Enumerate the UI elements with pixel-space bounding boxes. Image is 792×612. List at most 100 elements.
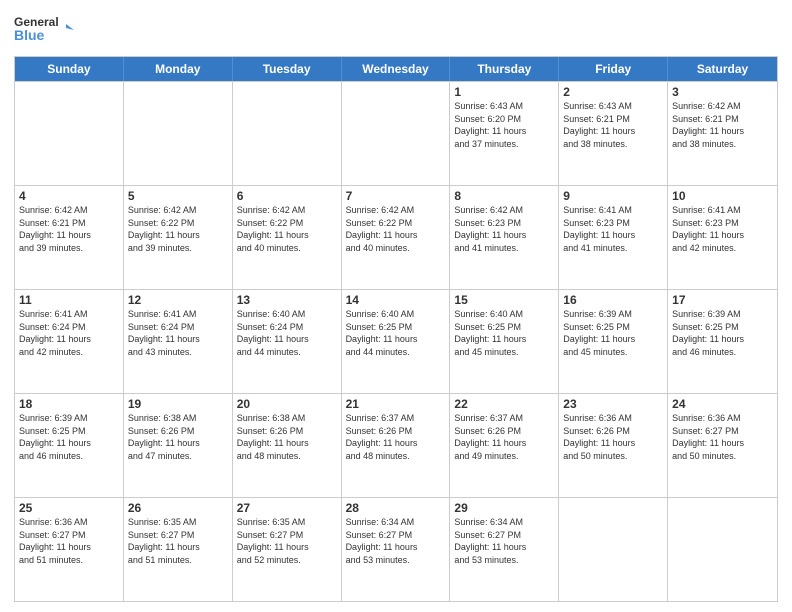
page-header: General Blue <box>14 10 778 50</box>
day-info: Sunrise: 6:42 AM Sunset: 6:21 PM Dayligh… <box>672 100 773 150</box>
calendar-day-cell: 5Sunrise: 6:42 AM Sunset: 6:22 PM Daylig… <box>124 186 233 289</box>
day-number: 5 <box>128 189 228 203</box>
calendar-day-cell: 27Sunrise: 6:35 AM Sunset: 6:27 PM Dayli… <box>233 498 342 601</box>
day-info: Sunrise: 6:38 AM Sunset: 6:26 PM Dayligh… <box>237 412 337 462</box>
calendar-day-cell: 28Sunrise: 6:34 AM Sunset: 6:27 PM Dayli… <box>342 498 451 601</box>
day-number: 1 <box>454 85 554 99</box>
calendar-day-cell: 16Sunrise: 6:39 AM Sunset: 6:25 PM Dayli… <box>559 290 668 393</box>
calendar-body: 1Sunrise: 6:43 AM Sunset: 6:20 PM Daylig… <box>15 81 777 601</box>
day-number: 25 <box>19 501 119 515</box>
calendar-week-2: 11Sunrise: 6:41 AM Sunset: 6:24 PM Dayli… <box>15 289 777 393</box>
calendar-day-cell: 8Sunrise: 6:42 AM Sunset: 6:23 PM Daylig… <box>450 186 559 289</box>
calendar-day-cell: 19Sunrise: 6:38 AM Sunset: 6:26 PM Dayli… <box>124 394 233 497</box>
calendar-day-cell: 4Sunrise: 6:42 AM Sunset: 6:21 PM Daylig… <box>15 186 124 289</box>
day-number: 8 <box>454 189 554 203</box>
day-number: 28 <box>346 501 446 515</box>
calendar-day-cell: 25Sunrise: 6:36 AM Sunset: 6:27 PM Dayli… <box>15 498 124 601</box>
calendar-day-cell: 1Sunrise: 6:43 AM Sunset: 6:20 PM Daylig… <box>450 82 559 185</box>
day-number: 6 <box>237 189 337 203</box>
calendar-day-cell: 9Sunrise: 6:41 AM Sunset: 6:23 PM Daylig… <box>559 186 668 289</box>
day-number: 10 <box>672 189 773 203</box>
header-cell-tuesday: Tuesday <box>233 57 342 81</box>
calendar-day-cell: 26Sunrise: 6:35 AM Sunset: 6:27 PM Dayli… <box>124 498 233 601</box>
day-info: Sunrise: 6:42 AM Sunset: 6:22 PM Dayligh… <box>237 204 337 254</box>
day-info: Sunrise: 6:37 AM Sunset: 6:26 PM Dayligh… <box>454 412 554 462</box>
day-number: 12 <box>128 293 228 307</box>
day-number: 3 <box>672 85 773 99</box>
calendar-day-cell <box>233 82 342 185</box>
day-info: Sunrise: 6:42 AM Sunset: 6:21 PM Dayligh… <box>19 204 119 254</box>
day-number: 20 <box>237 397 337 411</box>
day-info: Sunrise: 6:42 AM Sunset: 6:22 PM Dayligh… <box>346 204 446 254</box>
day-number: 16 <box>563 293 663 307</box>
calendar-day-cell: 2Sunrise: 6:43 AM Sunset: 6:21 PM Daylig… <box>559 82 668 185</box>
day-number: 17 <box>672 293 773 307</box>
day-info: Sunrise: 6:35 AM Sunset: 6:27 PM Dayligh… <box>237 516 337 566</box>
calendar-day-cell: 23Sunrise: 6:36 AM Sunset: 6:26 PM Dayli… <box>559 394 668 497</box>
calendar-day-cell: 12Sunrise: 6:41 AM Sunset: 6:24 PM Dayli… <box>124 290 233 393</box>
calendar-day-cell: 7Sunrise: 6:42 AM Sunset: 6:22 PM Daylig… <box>342 186 451 289</box>
day-number: 13 <box>237 293 337 307</box>
day-number: 2 <box>563 85 663 99</box>
svg-text:Blue: Blue <box>14 27 45 43</box>
day-info: Sunrise: 6:42 AM Sunset: 6:22 PM Dayligh… <box>128 204 228 254</box>
day-number: 11 <box>19 293 119 307</box>
calendar-day-cell <box>559 498 668 601</box>
day-number: 22 <box>454 397 554 411</box>
calendar-day-cell: 17Sunrise: 6:39 AM Sunset: 6:25 PM Dayli… <box>668 290 777 393</box>
header-cell-monday: Monday <box>124 57 233 81</box>
day-info: Sunrise: 6:41 AM Sunset: 6:23 PM Dayligh… <box>672 204 773 254</box>
day-info: Sunrise: 6:39 AM Sunset: 6:25 PM Dayligh… <box>672 308 773 358</box>
day-info: Sunrise: 6:34 AM Sunset: 6:27 PM Dayligh… <box>346 516 446 566</box>
day-number: 24 <box>672 397 773 411</box>
day-info: Sunrise: 6:36 AM Sunset: 6:27 PM Dayligh… <box>19 516 119 566</box>
calendar-day-cell <box>15 82 124 185</box>
calendar-day-cell: 24Sunrise: 6:36 AM Sunset: 6:27 PM Dayli… <box>668 394 777 497</box>
day-info: Sunrise: 6:40 AM Sunset: 6:25 PM Dayligh… <box>454 308 554 358</box>
calendar: SundayMondayTuesdayWednesdayThursdayFrid… <box>14 56 778 602</box>
header-cell-thursday: Thursday <box>450 57 559 81</box>
day-info: Sunrise: 6:41 AM Sunset: 6:24 PM Dayligh… <box>128 308 228 358</box>
day-number: 26 <box>128 501 228 515</box>
calendar-day-cell: 18Sunrise: 6:39 AM Sunset: 6:25 PM Dayli… <box>15 394 124 497</box>
calendar-day-cell: 20Sunrise: 6:38 AM Sunset: 6:26 PM Dayli… <box>233 394 342 497</box>
calendar-day-cell: 10Sunrise: 6:41 AM Sunset: 6:23 PM Dayli… <box>668 186 777 289</box>
day-info: Sunrise: 6:42 AM Sunset: 6:23 PM Dayligh… <box>454 204 554 254</box>
header-cell-saturday: Saturday <box>668 57 777 81</box>
day-info: Sunrise: 6:41 AM Sunset: 6:23 PM Dayligh… <box>563 204 663 254</box>
calendar-day-cell: 21Sunrise: 6:37 AM Sunset: 6:26 PM Dayli… <box>342 394 451 497</box>
day-number: 19 <box>128 397 228 411</box>
day-info: Sunrise: 6:36 AM Sunset: 6:27 PM Dayligh… <box>672 412 773 462</box>
calendar-week-4: 25Sunrise: 6:36 AM Sunset: 6:27 PM Dayli… <box>15 497 777 601</box>
day-info: Sunrise: 6:39 AM Sunset: 6:25 PM Dayligh… <box>19 412 119 462</box>
day-number: 4 <box>19 189 119 203</box>
calendar-day-cell <box>668 498 777 601</box>
day-info: Sunrise: 6:37 AM Sunset: 6:26 PM Dayligh… <box>346 412 446 462</box>
day-number: 15 <box>454 293 554 307</box>
logo: General Blue <box>14 10 74 50</box>
day-number: 9 <box>563 189 663 203</box>
day-info: Sunrise: 6:40 AM Sunset: 6:24 PM Dayligh… <box>237 308 337 358</box>
day-info: Sunrise: 6:41 AM Sunset: 6:24 PM Dayligh… <box>19 308 119 358</box>
calendar-week-0: 1Sunrise: 6:43 AM Sunset: 6:20 PM Daylig… <box>15 81 777 185</box>
header-cell-friday: Friday <box>559 57 668 81</box>
calendar-day-cell <box>124 82 233 185</box>
calendar-week-3: 18Sunrise: 6:39 AM Sunset: 6:25 PM Dayli… <box>15 393 777 497</box>
day-number: 18 <box>19 397 119 411</box>
day-info: Sunrise: 6:43 AM Sunset: 6:20 PM Dayligh… <box>454 100 554 150</box>
calendar-day-cell: 14Sunrise: 6:40 AM Sunset: 6:25 PM Dayli… <box>342 290 451 393</box>
header-cell-wednesday: Wednesday <box>342 57 451 81</box>
calendar-day-cell: 13Sunrise: 6:40 AM Sunset: 6:24 PM Dayli… <box>233 290 342 393</box>
calendar-header-row: SundayMondayTuesdayWednesdayThursdayFrid… <box>15 57 777 81</box>
header-cell-sunday: Sunday <box>15 57 124 81</box>
calendar-day-cell <box>342 82 451 185</box>
day-info: Sunrise: 6:39 AM Sunset: 6:25 PM Dayligh… <box>563 308 663 358</box>
calendar-day-cell: 6Sunrise: 6:42 AM Sunset: 6:22 PM Daylig… <box>233 186 342 289</box>
day-number: 27 <box>237 501 337 515</box>
day-number: 29 <box>454 501 554 515</box>
day-info: Sunrise: 6:35 AM Sunset: 6:27 PM Dayligh… <box>128 516 228 566</box>
day-number: 21 <box>346 397 446 411</box>
logo-svg: General Blue <box>14 10 74 50</box>
calendar-day-cell: 29Sunrise: 6:34 AM Sunset: 6:27 PM Dayli… <box>450 498 559 601</box>
day-info: Sunrise: 6:43 AM Sunset: 6:21 PM Dayligh… <box>563 100 663 150</box>
